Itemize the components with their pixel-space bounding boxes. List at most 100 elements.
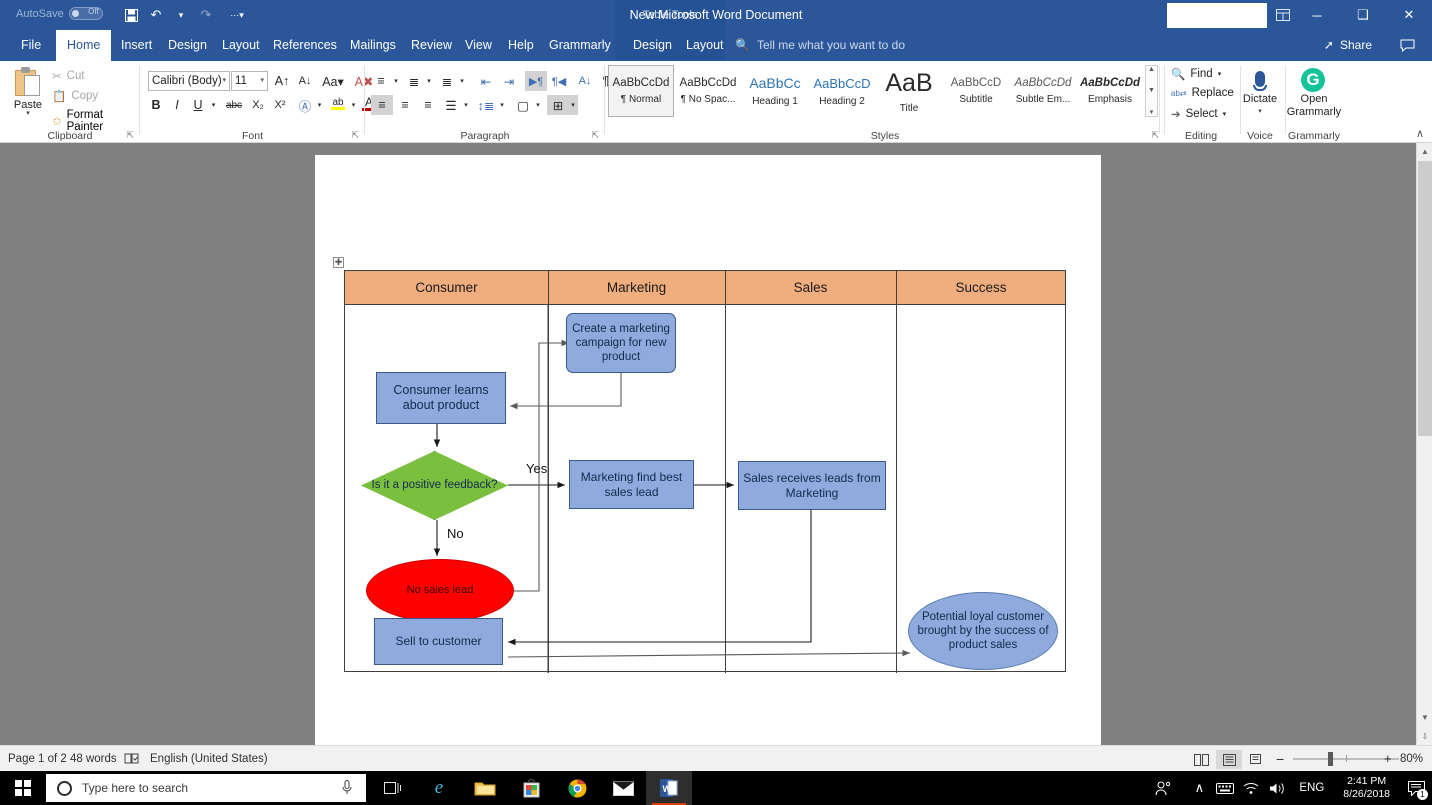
save-icon[interactable]: [120, 5, 142, 25]
paste-button[interactable]: Paste ▾: [6, 65, 50, 125]
select-button[interactable]: ➔ Select ▾: [1171, 107, 1226, 121]
chevron-down-icon[interactable]: ▾: [260, 72, 264, 90]
vertical-scrollbar[interactable]: ▲ ▼ ⇩: [1416, 143, 1432, 745]
multilevel-dropdown-icon[interactable]: ▾: [457, 71, 467, 91]
highlight-dropdown-icon[interactable]: ▾: [348, 95, 359, 115]
word-count[interactable]: 48 words: [70, 746, 117, 772]
numbering-dropdown-icon[interactable]: ▾: [424, 71, 434, 91]
justify-button[interactable]: ☰: [440, 95, 462, 115]
word-icon[interactable]: W: [646, 771, 692, 805]
styles-dialog-launcher[interactable]: ⇱: [1151, 130, 1159, 141]
change-case-button[interactable]: Aa▾: [319, 71, 347, 91]
task-view-icon[interactable]: [370, 771, 416, 805]
text-effects-dropdown-icon[interactable]: ▾: [314, 95, 325, 115]
increase-indent-button[interactable]: ⇥: [498, 71, 520, 91]
text-effects-button[interactable]: Ⓐ: [295, 95, 315, 115]
collapse-ribbon-icon[interactable]: ∧: [1416, 127, 1424, 140]
autosave-switch[interactable]: Off: [69, 7, 103, 20]
zoom-slider-thumb[interactable]: [1328, 752, 1333, 766]
style-no-spacing[interactable]: AaBbCcDd ¶ No Spac...: [675, 65, 741, 117]
maximize-restore-button[interactable]: ❑: [1340, 0, 1386, 30]
microphone-icon[interactable]: [342, 780, 352, 795]
people-icon[interactable]: [1150, 771, 1176, 805]
decrease-indent-button[interactable]: ⇤: [475, 71, 497, 91]
sort-button[interactable]: A↓: [575, 71, 595, 91]
clipboard-dialog-launcher[interactable]: ⇱: [126, 130, 134, 141]
close-button[interactable]: ✕: [1386, 0, 1432, 30]
chevron-down-icon[interactable]: ▾: [222, 72, 226, 90]
scroll-page-down-icon[interactable]: ⇩: [1417, 728, 1432, 745]
line-spacing-button[interactable]: ↕≣: [475, 95, 497, 115]
chevron-down-icon[interactable]: ▼: [1148, 87, 1155, 94]
justify-dropdown-icon[interactable]: ▾: [461, 95, 471, 115]
borders-dropdown-icon[interactable]: ▾: [568, 95, 578, 115]
undo-dropdown-icon[interactable]: ▾: [170, 5, 192, 25]
node-consumer-learns[interactable]: Consumer learns about product: [376, 372, 506, 424]
undo-icon[interactable]: ↶: [145, 5, 167, 25]
chevron-down-icon[interactable]: ▾: [26, 111, 30, 117]
action-center-icon[interactable]: 1: [1400, 771, 1432, 805]
bullets-button[interactable]: ≡: [371, 71, 391, 91]
tab-table-design[interactable]: Design: [622, 30, 683, 61]
redo-icon[interactable]: ↷: [195, 5, 217, 25]
cut-button[interactable]: ✂ Cut: [52, 69, 85, 83]
proofing-errors-icon[interactable]: [124, 746, 140, 772]
customize-qat-icon[interactable]: ⋯▾: [226, 5, 248, 25]
style-subtle-emphasis[interactable]: AaBbCcDd Subtle Em...: [1010, 65, 1076, 117]
zoom-out-button[interactable]: −: [1276, 746, 1284, 772]
file-explorer-icon[interactable]: [462, 771, 508, 805]
chevron-down-icon[interactable]: ▾: [1218, 70, 1222, 78]
tab-file[interactable]: File: [10, 30, 52, 61]
tell-me-search[interactable]: 🔍 Tell me what you want to do: [735, 30, 905, 61]
taskbar-search-box[interactable]: Type here to search: [46, 774, 366, 802]
bold-button[interactable]: B: [146, 95, 166, 115]
align-center-button[interactable]: ≡: [394, 95, 416, 115]
multilevel-list-button[interactable]: ≣: [437, 71, 457, 91]
language-indicator[interactable]: ENG: [1290, 782, 1333, 794]
node-sales-receives-leads[interactable]: Sales receives leads from Marketing: [738, 461, 886, 510]
node-is-positive-feedback[interactable]: Is it a positive feedback?: [361, 451, 508, 520]
style-heading-1[interactable]: AaBbCc Heading 1: [742, 65, 808, 117]
keyboard-icon[interactable]: [1212, 771, 1238, 805]
tab-references[interactable]: References: [262, 30, 348, 61]
subscript-button[interactable]: X₂: [247, 95, 269, 115]
ltr-text-direction-button[interactable]: ▶¶: [525, 71, 547, 91]
bullets-dropdown-icon[interactable]: ▾: [391, 71, 401, 91]
print-layout-button[interactable]: [1216, 750, 1242, 769]
copy-button[interactable]: 📋 Copy: [52, 89, 98, 103]
wifi-icon[interactable]: [1238, 771, 1264, 805]
underline-dropdown-icon[interactable]: ▾: [208, 95, 219, 115]
italic-button[interactable]: I: [167, 95, 187, 115]
page-indicator[interactable]: Page 1 of 2: [8, 746, 67, 772]
font-dialog-launcher[interactable]: ⇱: [351, 130, 359, 141]
minimize-button[interactable]: ─: [1294, 0, 1340, 30]
read-mode-button[interactable]: [1188, 750, 1214, 769]
scroll-up-icon[interactable]: ▲: [1417, 143, 1432, 160]
text-highlight-button[interactable]: ab: [327, 93, 349, 115]
find-button[interactable]: 🔍 Find ▾: [1171, 67, 1221, 81]
borders-button[interactable]: ⊞: [547, 95, 569, 115]
align-left-button[interactable]: ≡: [371, 95, 393, 115]
font-name-input[interactable]: Calibri (Body) ▾: [148, 71, 230, 91]
node-sell-to-customer[interactable]: Sell to customer: [374, 618, 503, 665]
tab-table-layout[interactable]: Layout: [675, 30, 735, 61]
table-move-handle[interactable]: ✚: [333, 257, 344, 268]
chevron-down-icon[interactable]: ▾: [1223, 110, 1227, 118]
style-normal[interactable]: AaBbCcDd ¶ Normal: [608, 65, 674, 117]
microsoft-store-icon[interactable]: [508, 771, 554, 805]
node-create-campaign[interactable]: Create a marketing campaign for new prod…: [566, 313, 676, 373]
replace-button[interactable]: ab⇄ Replace: [1171, 87, 1234, 99]
dictate-button[interactable]: Dictate ▾: [1237, 63, 1283, 121]
node-no-sales-lead[interactable]: No sales lead: [366, 559, 514, 622]
style-emphasis[interactable]: AaBbCcDd Emphasis: [1077, 65, 1143, 117]
tab-home[interactable]: Home: [56, 30, 111, 61]
edge-icon[interactable]: e: [416, 771, 462, 805]
share-button[interactable]: ➚ Share: [1324, 30, 1372, 61]
shrink-font-button[interactable]: A↓: [294, 71, 316, 91]
numbering-button[interactable]: ≣: [404, 71, 424, 91]
chevron-up-icon[interactable]: ▲: [1148, 66, 1155, 73]
superscript-button[interactable]: X²: [269, 95, 291, 115]
scroll-down-icon[interactable]: ▼: [1417, 709, 1432, 726]
tab-design[interactable]: Design: [157, 30, 218, 61]
volume-icon[interactable]: [1264, 771, 1290, 805]
